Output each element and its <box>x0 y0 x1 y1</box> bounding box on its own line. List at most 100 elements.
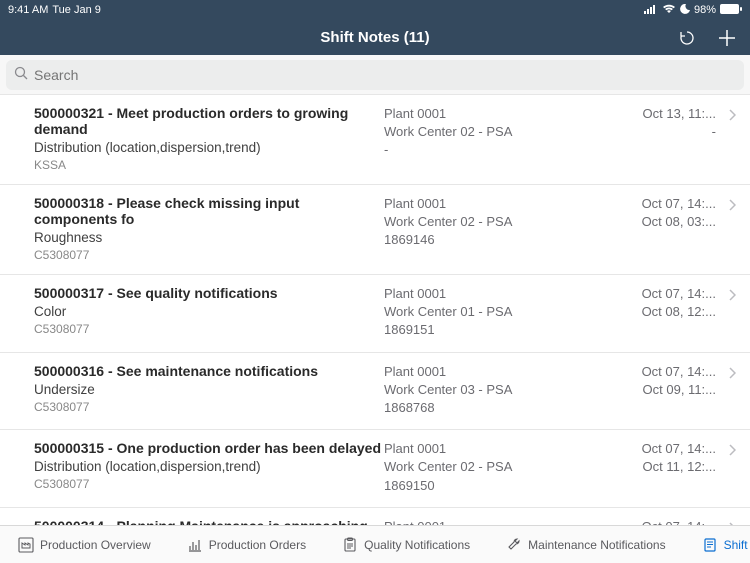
item-ref: 1869151 <box>384 321 604 339</box>
item-main: 500000315 - One production order has bee… <box>34 440 384 495</box>
item-workcenter: Work Center 03 - PSA <box>384 381 604 399</box>
tab-production-orders[interactable]: Production Orders <box>169 526 324 563</box>
item-code: C5308077 <box>34 400 384 414</box>
item-date2: Oct 08, 03:... <box>604 213 716 231</box>
item-workcenter: Work Center 02 - PSA <box>384 213 604 231</box>
tab-shift-notes[interactable]: Shift Notes <box>684 526 750 563</box>
header-actions <box>676 27 738 49</box>
chart-icon <box>187 537 203 553</box>
item-dates: Oct 07, 14:...Oct 11, 12:... <box>604 440 734 495</box>
item-date2: Oct 08, 12:... <box>604 303 716 321</box>
item-workcenter: Work Center 01 - PSA <box>384 303 604 321</box>
item-date1: Oct 07, 14:... <box>604 518 716 525</box>
item-date2: Oct 09, 11:... <box>604 381 716 399</box>
list-item[interactable]: 500000317 - See quality notifications Col… <box>0 275 750 353</box>
status-bar: 9:41 AM Tue Jan 9 98% <box>0 0 750 20</box>
item-ref: 1869146 <box>384 231 604 249</box>
list-item[interactable]: 500000318 - Please check missing input c… <box>0 185 750 275</box>
tab-label: Quality Notifications <box>364 538 470 552</box>
status-time: 9:41 AM <box>8 4 48 16</box>
note-icon <box>702 537 718 553</box>
item-title: 500000321 - Meet production orders to gr… <box>34 105 384 137</box>
item-dates: Oct 07, 14:...Oct 08, 03:... <box>604 195 734 262</box>
search-box[interactable] <box>6 60 744 90</box>
page-title: Shift Notes (11) <box>320 29 429 46</box>
item-plant: Plant 0001 <box>384 363 604 381</box>
list-item[interactable]: 500000314 - Planning Maintenance is appr… <box>0 508 750 525</box>
item-ref: 1868768 <box>384 399 604 417</box>
item-main: 500000314 - Planning Maintenance is appr… <box>34 518 384 525</box>
item-main: 500000316 - See maintenance notification… <box>34 363 384 418</box>
item-date1: Oct 07, 14:... <box>604 285 716 303</box>
signal-icon <box>644 4 658 17</box>
status-date: Tue Jan 9 <box>52 4 101 16</box>
item-title: 500000316 - See maintenance notification… <box>34 363 384 379</box>
item-location: Plant 0001Work Center 01 - PSA1869151 <box>384 285 604 340</box>
chevron-right-icon <box>728 288 736 306</box>
item-date1: Oct 13, 11:... <box>604 105 716 123</box>
item-plant: Plant 0001 <box>384 518 604 525</box>
item-main: 500000317 - See quality notifications Col… <box>34 285 384 340</box>
item-title: 500000318 - Please check missing input c… <box>34 195 384 227</box>
list-item[interactable]: 500000315 - One production order has bee… <box>0 430 750 508</box>
factory-icon <box>18 537 34 553</box>
item-code: KSSA <box>34 158 384 172</box>
wifi-icon <box>662 4 676 17</box>
item-location: Plant 0001Work Center 02 - PSA1869150 <box>384 440 604 495</box>
tab-label: Maintenance Notifications <box>528 538 665 552</box>
notes-list[interactable]: 500000321 - Meet production orders to gr… <box>0 95 750 525</box>
chevron-right-icon <box>728 198 736 216</box>
battery-percent: 98% <box>694 4 716 16</box>
item-sub: Distribution (location,dispersion,trend) <box>34 459 384 474</box>
tab-bar: Production Overview Production Orders Qu… <box>0 525 750 563</box>
item-location: Plant 0001Work Center 03 - PSA1868768 <box>384 363 604 418</box>
item-dates: Oct 13, 11:...- <box>604 105 734 172</box>
item-location: Plant 0001Work Center 02 - PSA- <box>384 105 604 172</box>
item-date2: Oct 11, 12:... <box>604 458 716 476</box>
tab-quality-notifications[interactable]: Quality Notifications <box>324 526 488 563</box>
item-ref: 1869150 <box>384 477 604 495</box>
moon-icon <box>680 4 690 17</box>
search-row <box>0 55 750 95</box>
item-sub: Undersize <box>34 382 384 397</box>
header: Shift Notes (11) <box>0 20 750 55</box>
wrench-icon <box>506 537 522 553</box>
list-item[interactable]: 500000321 - Meet production orders to gr… <box>0 95 750 185</box>
list-item[interactable]: 500000316 - See maintenance notification… <box>0 353 750 431</box>
chevron-right-icon <box>728 108 736 126</box>
chevron-right-icon <box>728 443 736 461</box>
item-sub: Roughness <box>34 230 384 245</box>
item-title: 500000317 - See quality notifications <box>34 285 384 301</box>
tab-maintenance-notifications[interactable]: Maintenance Notifications <box>488 526 683 563</box>
item-code: C5308077 <box>34 477 384 491</box>
item-sub: Color <box>34 304 384 319</box>
chevron-right-icon <box>728 366 736 384</box>
item-main: 500000321 - Meet production orders to gr… <box>34 105 384 172</box>
item-title: 500000315 - One production order has bee… <box>34 440 384 456</box>
item-location: Plant 0001Work Center 03 - PSA- <box>384 518 604 525</box>
tab-production-overview[interactable]: Production Overview <box>0 526 169 563</box>
chevron-right-icon <box>728 521 736 525</box>
item-dates: Oct 07, 14:...Oct 08, 12:... <box>604 285 734 340</box>
item-workcenter: Work Center 02 - PSA <box>384 458 604 476</box>
tab-label: Shift Notes <box>724 538 750 552</box>
item-date2: - <box>604 123 716 141</box>
item-location: Plant 0001Work Center 02 - PSA1869146 <box>384 195 604 262</box>
search-icon <box>14 66 28 83</box>
item-dates: Oct 07, 14:...Oct 09, 11:... <box>604 363 734 418</box>
item-main: 500000318 - Please check missing input c… <box>34 195 384 262</box>
item-workcenter: Work Center 02 - PSA <box>384 123 604 141</box>
search-input[interactable] <box>34 67 736 83</box>
item-title: 500000314 - Planning Maintenance is appr… <box>34 518 384 525</box>
item-code: C5308077 <box>34 322 384 336</box>
item-dates: Oct 07, 14:...Oct 08, 03:... <box>604 518 734 525</box>
item-date1: Oct 07, 14:... <box>604 195 716 213</box>
add-button[interactable] <box>716 27 738 49</box>
item-date1: Oct 07, 14:... <box>604 440 716 458</box>
tab-label: Production Overview <box>40 538 151 552</box>
item-plant: Plant 0001 <box>384 285 604 303</box>
status-right: 98% <box>644 4 742 17</box>
item-plant: Plant 0001 <box>384 195 604 213</box>
item-sub: Distribution (location,dispersion,trend) <box>34 140 384 155</box>
refresh-button[interactable] <box>676 27 698 49</box>
